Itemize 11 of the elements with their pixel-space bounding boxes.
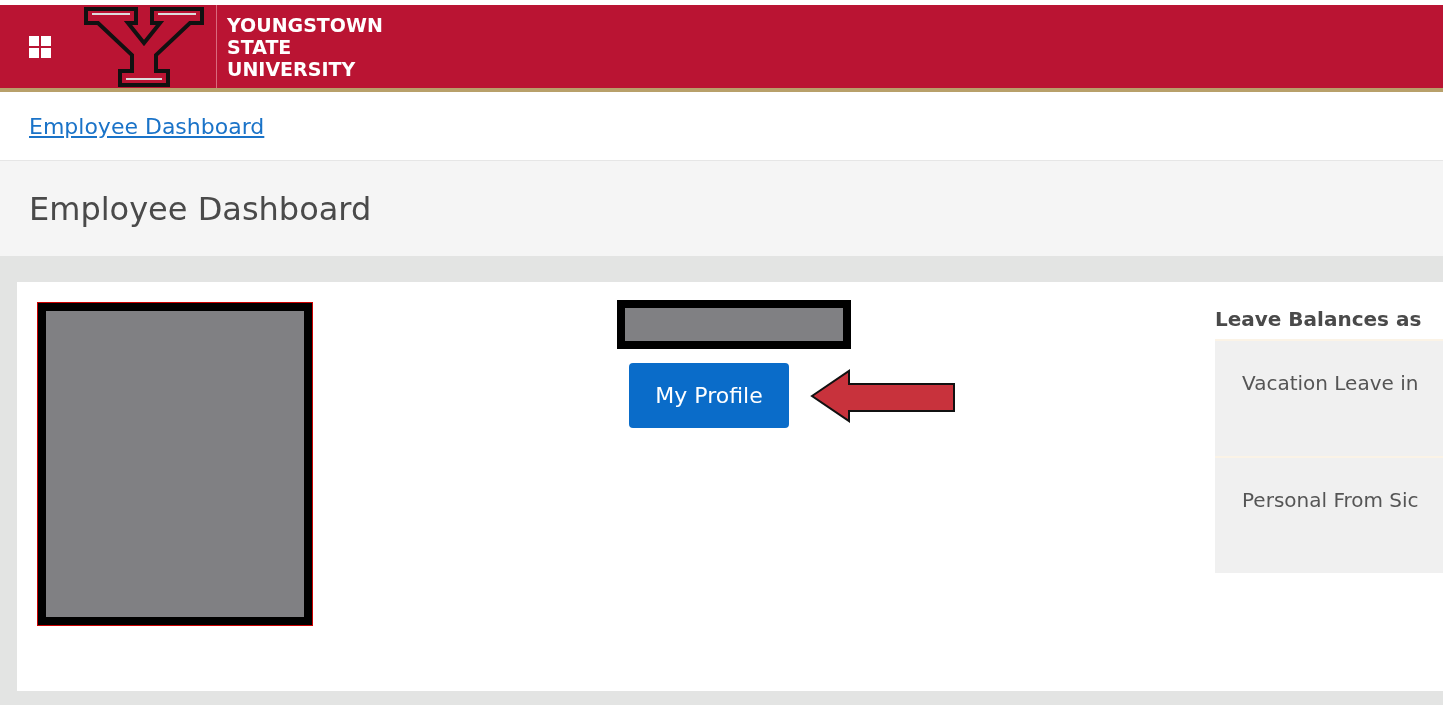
breadcrumb-link[interactable]: Employee Dashboard — [29, 113, 265, 139]
logo-text: UNIVERSITY — [227, 57, 357, 80]
profile-button[interactable]: My Profile — [629, 363, 789, 428]
balance-label: Personal From Sic — [1242, 488, 1419, 512]
logo-text: STATE — [227, 35, 293, 58]
apps-menu-icon[interactable] — [28, 34, 52, 59]
y-logo-icon[interactable] — [84, 6, 204, 87]
balance-label: Vacation Leave in — [1242, 371, 1419, 395]
page-title: Employee Dashboard — [29, 189, 372, 228]
logo-text: YOUNGSTOWN — [227, 13, 383, 36]
section-heading: Leave Balances as — [1215, 307, 1423, 333]
